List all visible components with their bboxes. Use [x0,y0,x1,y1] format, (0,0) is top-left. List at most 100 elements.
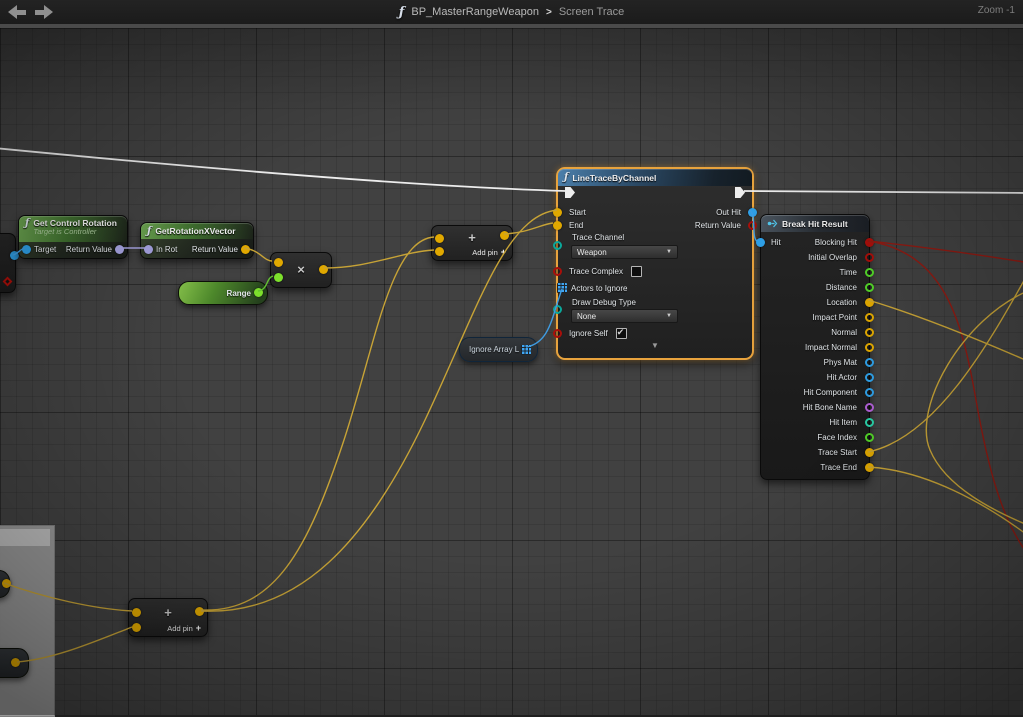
exec-out-pin[interactable] [735,187,745,198]
partial-node-left-edge[interactable] [0,233,16,293]
in-rot-pin[interactable] [144,245,153,254]
trace-complex-checkbox[interactable] [631,266,642,277]
node-subtitle: Target is Controller [33,227,117,236]
comment-box[interactable] [0,525,55,717]
vector-pin[interactable] [11,658,20,667]
trace-channel-value: Weapon [577,248,607,257]
out-hit-pin[interactable] [748,208,757,217]
vector-pin[interactable] [2,579,11,588]
rotator-pin[interactable] [115,245,124,254]
node-header[interactable]: ƒ GetRotationXVector [141,223,253,239]
blocking-hit-pin[interactable] [865,238,874,247]
draw-debug-value: None [577,312,596,321]
hit-actor-pin[interactable] [865,373,874,382]
initial-overlap-pin[interactable] [865,253,874,262]
float-pin[interactable] [254,288,263,297]
impact-point-pin[interactable] [865,313,874,322]
pin-label: Trace Start [818,448,857,457]
time-pin[interactable] [865,268,874,277]
node-header[interactable]: Break Hit Result [761,215,869,232]
end-pin[interactable] [553,221,562,230]
distance-pin[interactable] [865,283,874,292]
draw-debug-pin[interactable] [553,305,562,314]
breadcrumb-current[interactable]: Screen Trace [559,6,624,18]
vector-pin[interactable] [500,231,509,240]
ignore-self-pin[interactable] [553,329,562,338]
node-break-hit-result[interactable]: Break Hit Result Hit Blocking Hit Initia… [760,214,870,480]
node-add-vector-top[interactable]: + Add pin + [431,225,513,261]
node-line-trace-by-channel[interactable]: ƒ LineTraceByChannel Start Out Hit End R… [556,167,754,360]
comment-box-header[interactable] [0,529,50,546]
pin-label: Trace Complex [569,267,623,276]
vector-pin[interactable] [132,608,141,617]
variable-label: Ignore Array L [469,345,519,354]
node-multiply[interactable]: × [270,252,332,288]
zoom-level: Zoom -1 [978,5,1015,16]
trace-channel-dropdown[interactable]: Weapon [571,245,678,259]
pin-label: Actors to Ignore [571,284,627,293]
add-pin-label[interactable]: Add pin [472,248,497,257]
node-get-rotation-x-vector[interactable]: ƒ GetRotationXVector In Rot Return Value [140,222,254,259]
variable-label: Range [227,289,251,298]
target-pin[interactable] [22,245,31,254]
face-index-pin[interactable] [865,433,874,442]
pin-label: In Rot [156,245,177,254]
variable-pill-range[interactable]: Range [178,281,268,305]
pin-label: Return Value [66,245,112,254]
node-header[interactable]: ƒ Get Control Rotation Target is Control… [19,216,127,242]
vector-pin[interactable] [319,265,328,274]
add-pin-plus-icon[interactable]: + [501,247,506,257]
breadcrumb-root[interactable]: BP_MasterRangeWeapon [411,6,539,18]
pin-label: Time [840,268,857,277]
vector-pin[interactable] [195,607,204,616]
trace-channel-pin[interactable] [553,241,562,250]
node-get-control-rotation[interactable]: ƒ Get Control Rotation Target is Control… [18,215,128,259]
collapse-chevron-icon[interactable]: ▼ [558,341,752,350]
pin-label: Hit Actor [827,373,857,382]
start-pin[interactable] [553,208,562,217]
pin-label: Impact Normal [805,343,857,352]
title-bar: ƒ BP_MasterRangeWeapon > Screen Trace Zo… [0,0,1023,24]
node-add-vector-bottom[interactable]: + Add pin + [128,598,208,637]
breadcrumb: ƒ BP_MasterRangeWeapon > Screen Trace [0,0,1023,24]
pin-label: Target [34,245,56,254]
chevron-right-icon: > [546,7,552,18]
phys-mat-pin[interactable] [865,358,874,367]
trace-start-pin[interactable] [865,448,874,457]
pin-label: Hit Item [829,418,857,427]
function-icon: ƒ [399,5,405,20]
float-pin[interactable] [274,273,283,282]
array-pin[interactable] [521,345,531,355]
node-header[interactable]: ƒ LineTraceByChannel [558,169,752,186]
vector-pin[interactable] [274,258,283,267]
exec-in-pin[interactable] [565,187,575,198]
impact-normal-pin[interactable] [865,343,874,352]
pin-label: Location [827,298,857,307]
add-pin-label[interactable]: Add pin [167,624,192,633]
vector-pin[interactable] [132,623,141,632]
variable-pill-ignore-array[interactable]: Ignore Array L [459,337,538,362]
function-icon: ƒ [564,172,568,183]
vector-pin[interactable] [435,234,444,243]
actors-to-ignore-array-pin[interactable] [557,283,567,293]
pin-label: Hit Bone Name [803,403,857,412]
vector-pin[interactable] [241,245,250,254]
bool-pin[interactable] [3,277,13,287]
hit-item-pin[interactable] [865,418,874,427]
vector-pin[interactable] [435,247,444,256]
pin-label: Hit Component [804,388,857,397]
pin-label: Face Index [817,433,857,442]
draw-debug-dropdown[interactable]: None [571,309,678,323]
pin-label: Return Value [695,221,741,230]
return-value-pin[interactable] [748,221,757,230]
add-pin-plus-icon[interactable]: + [196,623,201,633]
trace-end-pin[interactable] [865,463,874,472]
pin-label: Phys Mat [824,358,857,367]
ignore-self-checkbox[interactable] [616,328,627,339]
trace-complex-pin[interactable] [553,267,562,276]
variable-pill-partial-2[interactable] [0,648,29,678]
location-pin[interactable] [865,298,874,307]
normal-pin[interactable] [865,328,874,337]
hit-component-pin[interactable] [865,388,874,397]
hit-bone-name-pin[interactable] [865,403,874,412]
